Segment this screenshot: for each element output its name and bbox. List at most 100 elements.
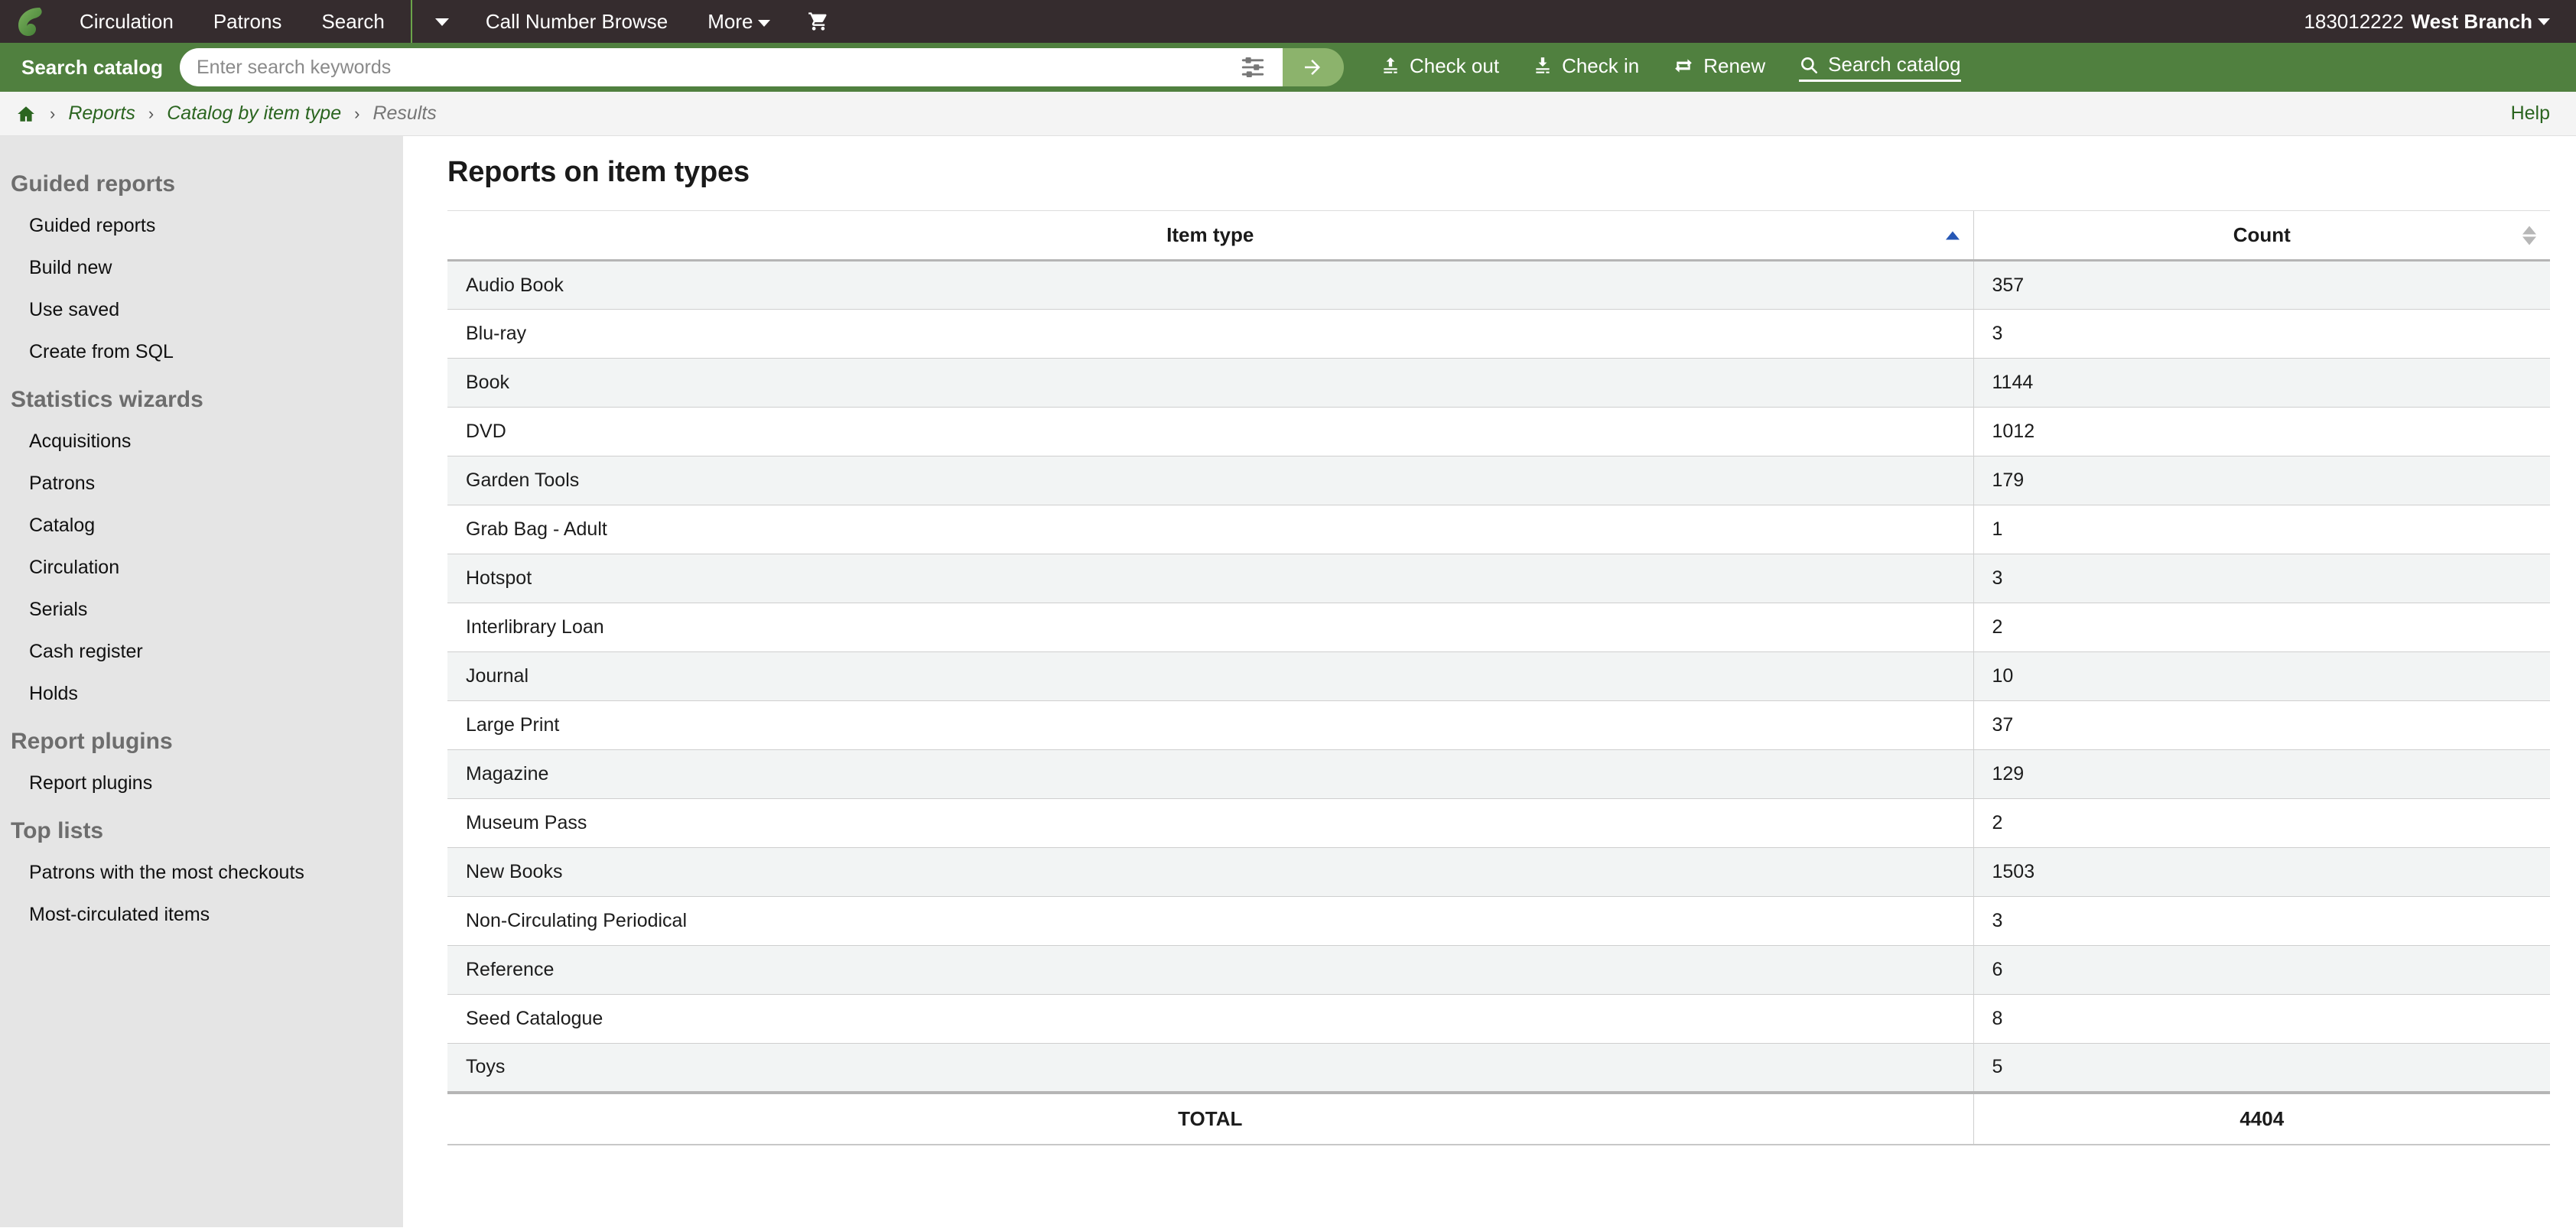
column-header-count[interactable]: Count bbox=[1973, 210, 2550, 262]
sidebar-item-report-plugins[interactable]: Report plugins bbox=[0, 762, 403, 804]
table-row: Museum Pass 2 bbox=[447, 798, 2550, 848]
table-row: Interlibrary Loan 2 bbox=[447, 603, 2550, 652]
chevron-down-icon bbox=[434, 18, 449, 27]
action-renew[interactable]: Renew bbox=[1673, 54, 1765, 81]
action-check-out-label: Check out bbox=[1409, 54, 1500, 77]
cell-item-type: Grab Bag - Adult bbox=[447, 505, 1973, 554]
sidebar-item-holds[interactable]: Holds bbox=[0, 673, 403, 715]
table-row: Large Print 37 bbox=[447, 700, 2550, 750]
sidebar-heading-guided-reports: Guided reports bbox=[11, 171, 176, 197]
column-header-item-type[interactable]: Item type bbox=[447, 210, 1973, 262]
search-catalog-tab[interactable]: Search catalog bbox=[9, 56, 180, 80]
breadcrumb-item-catalog-by-item-type[interactable]: Catalog by item type bbox=[167, 102, 341, 125]
chevron-down-icon bbox=[2538, 18, 2550, 25]
sidebar-item-patrons-with-most-checkouts[interactable]: Patrons with the most checkouts bbox=[0, 852, 403, 894]
total-value: 4404 bbox=[1973, 1090, 2550, 1145]
nav-item-more-label: More bbox=[707, 10, 753, 33]
koha-logo[interactable] bbox=[14, 5, 47, 38]
table-foot: TOTAL 4404 bbox=[447, 1090, 2550, 1145]
cell-count: 1503 bbox=[1973, 847, 2550, 897]
branch-name: West Branch bbox=[2411, 9, 2532, 33]
page-body: Guided reports Guided reports Build new … bbox=[0, 136, 2576, 1227]
table-header-row: Item type Count bbox=[447, 210, 2550, 262]
table-row: Journal 10 bbox=[447, 651, 2550, 701]
sidebar-heading-top-lists: Top lists bbox=[11, 818, 104, 843]
user-branch-menu[interactable]: 183012222 West Branch bbox=[2304, 10, 2550, 34]
nav-item-more[interactable]: More bbox=[688, 0, 790, 43]
sort-ascending-icon bbox=[1945, 231, 1960, 239]
sort-indicator-count[interactable] bbox=[2522, 226, 2536, 245]
nav-item-call-number-browse[interactable]: Call Number Browse bbox=[466, 0, 688, 43]
table-row: Seed Catalogue 8 bbox=[447, 994, 2550, 1044]
breadcrumb-separator: › bbox=[354, 103, 360, 123]
cell-count: 357 bbox=[1973, 260, 2550, 310]
cell-count: 37 bbox=[1973, 700, 2550, 750]
home-icon[interactable] bbox=[15, 104, 37, 124]
sidebar-item-cash-register[interactable]: Cash register bbox=[0, 631, 403, 673]
sidebar-item-build-new[interactable]: Build new bbox=[0, 247, 403, 289]
breadcrumb-separator: › bbox=[148, 103, 154, 123]
sidebar-item-patrons[interactable]: Patrons bbox=[0, 463, 403, 505]
sidebar-item-most-circulated-items[interactable]: Most-circulated items bbox=[0, 894, 403, 936]
cell-item-type: Audio Book bbox=[447, 260, 1973, 310]
cell-item-type: Seed Catalogue bbox=[447, 994, 1973, 1044]
cell-count: 5 bbox=[1973, 1043, 2550, 1093]
sidebar-item-guided-reports[interactable]: Guided reports bbox=[0, 205, 403, 247]
table-row: Garden Tools 179 bbox=[447, 456, 2550, 505]
table-row: Toys 5 bbox=[447, 1043, 2550, 1093]
cell-item-type: Museum Pass bbox=[447, 798, 1973, 848]
page-title: Reports on item types bbox=[447, 156, 750, 188]
cell-count: 179 bbox=[1973, 456, 2550, 505]
search-input[interactable] bbox=[179, 48, 1283, 86]
help-link[interactable]: Help bbox=[2511, 102, 2550, 125]
table-total-row: TOTAL 4404 bbox=[447, 1090, 2550, 1145]
breadcrumb: › Reports › Catalog by item type › Resul… bbox=[0, 92, 2576, 136]
table-row: Non-Circulating Periodical 3 bbox=[447, 896, 2550, 946]
breadcrumb-item-reports[interactable]: Reports bbox=[68, 102, 135, 125]
cell-count: 6 bbox=[1973, 945, 2550, 995]
search-icon bbox=[1801, 57, 1818, 73]
action-search-catalog[interactable]: Search catalog bbox=[1799, 53, 1961, 82]
sidebar-item-use-saved[interactable]: Use saved bbox=[0, 289, 403, 331]
total-label: TOTAL bbox=[447, 1090, 1973, 1145]
nav-item-search[interactable]: Search bbox=[301, 0, 404, 43]
breadcrumb-separator: › bbox=[50, 103, 56, 123]
cell-item-type: Magazine bbox=[447, 749, 1973, 799]
cell-item-type: Blu-ray bbox=[447, 309, 1973, 359]
sort-indicator-item-type[interactable] bbox=[1945, 231, 1960, 239]
table-row: Reference 6 bbox=[447, 945, 2550, 995]
check-out-icon bbox=[1384, 57, 1397, 73]
cell-item-type: Non-Circulating Periodical bbox=[447, 896, 1973, 946]
action-search-catalog-label: Search catalog bbox=[1828, 53, 1961, 76]
nav-item-patrons[interactable]: Patrons bbox=[194, 0, 302, 43]
top-navigation-bar: Circulation Patrons Search Call Number B… bbox=[0, 0, 2576, 43]
search-bar: Search catalog Check out bbox=[0, 43, 2576, 92]
sidebar-heading-statistics-wizards: Statistics wizards bbox=[11, 387, 203, 412]
table-row: Blu-ray 3 bbox=[447, 309, 2550, 359]
cell-count: 3 bbox=[1973, 309, 2550, 359]
nav-dropdown-toggle[interactable] bbox=[418, 0, 466, 43]
table-row: Grab Bag - Adult 1 bbox=[447, 505, 2550, 554]
column-header-item-type-label: Item type bbox=[1166, 223, 1254, 246]
shopping-cart-icon[interactable] bbox=[790, 11, 847, 32]
sidebar: Guided reports Guided reports Build new … bbox=[0, 136, 403, 1227]
sort-ascending-icon bbox=[2522, 226, 2536, 234]
sidebar-item-create-from-sql[interactable]: Create from SQL bbox=[0, 331, 403, 373]
table-head: Item type Count bbox=[447, 210, 2550, 262]
check-in-icon bbox=[1536, 57, 1550, 73]
table-row: Book 1144 bbox=[447, 358, 2550, 408]
nav-item-circulation[interactable]: Circulation bbox=[60, 0, 194, 43]
search-submit-button[interactable] bbox=[1280, 48, 1344, 86]
sidebar-item-serials[interactable]: Serials bbox=[0, 589, 403, 631]
user-number: 183012222 bbox=[2304, 9, 2404, 33]
action-check-in[interactable]: Check in bbox=[1533, 54, 1639, 81]
sidebar-item-acquisitions[interactable]: Acquisitions bbox=[0, 421, 403, 463]
action-check-out[interactable]: Check out bbox=[1381, 54, 1499, 81]
sidebar-item-catalog[interactable]: Catalog bbox=[0, 505, 403, 547]
cell-count: 1 bbox=[1973, 505, 2550, 554]
cell-item-type: Hotspot bbox=[447, 554, 1973, 603]
sidebar-item-circulation[interactable]: Circulation bbox=[0, 547, 403, 589]
report-table: Item type Count Audio Book 357 Blu-ray 3… bbox=[447, 210, 2550, 1145]
sliders-icon[interactable] bbox=[1241, 57, 1264, 77]
cell-item-type: Large Print bbox=[447, 700, 1973, 750]
